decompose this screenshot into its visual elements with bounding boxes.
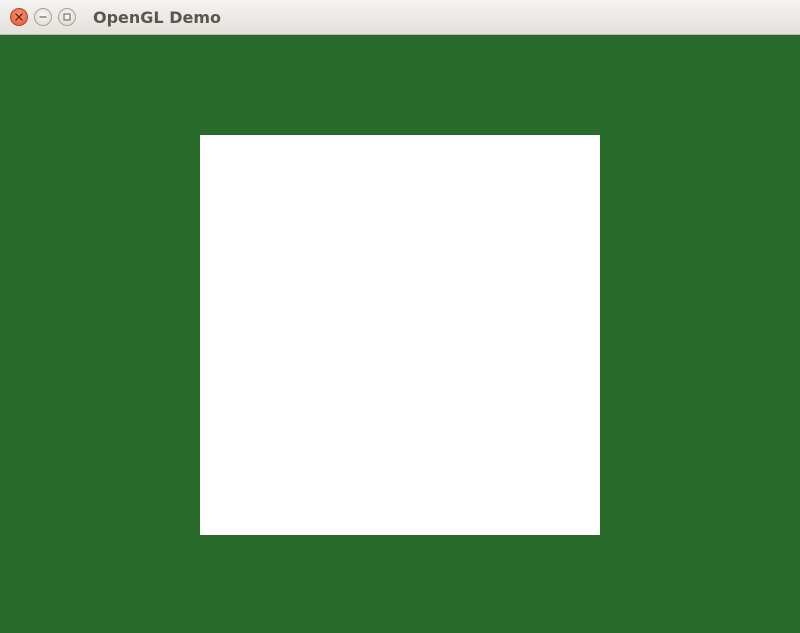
minimize-button[interactable] xyxy=(34,8,52,26)
window-title: OpenGL Demo xyxy=(93,8,221,27)
close-icon xyxy=(15,13,23,21)
app-window: OpenGL Demo xyxy=(0,0,800,633)
minimize-icon xyxy=(39,16,47,18)
close-button[interactable] xyxy=(10,8,28,26)
title-bar[interactable]: OpenGL Demo xyxy=(0,0,800,35)
maximize-icon xyxy=(63,13,71,21)
gl-canvas[interactable] xyxy=(0,35,800,633)
maximize-button[interactable] xyxy=(58,8,76,26)
white-square xyxy=(200,135,600,535)
